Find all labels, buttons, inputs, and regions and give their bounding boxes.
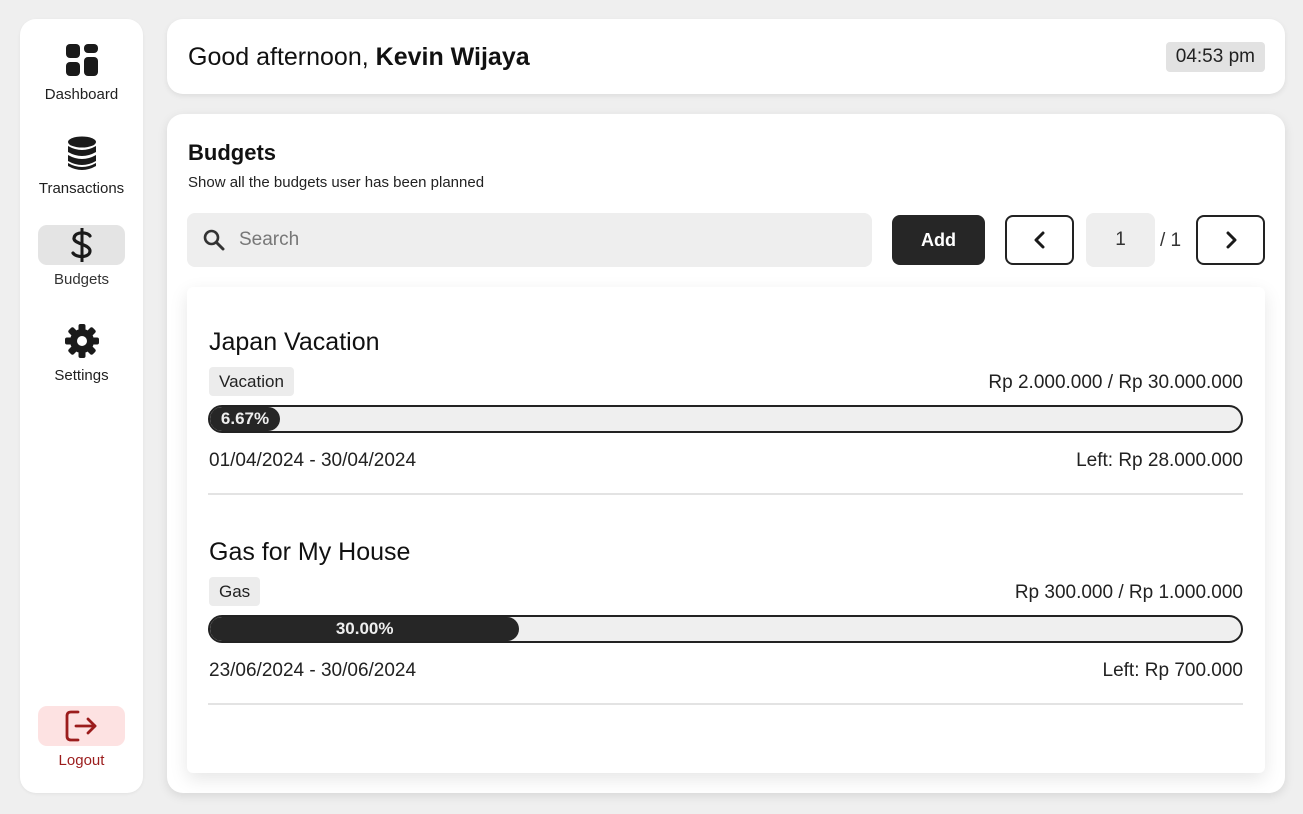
sidebar-item-label: Settings <box>54 367 109 384</box>
category-tag: Vacation <box>209 367 294 396</box>
greeting-text: Good afternoon, <box>188 43 376 71</box>
sidebar: Dashboard Transactions Budgets Settings … <box>20 19 143 793</box>
budget-amount: Rp 2.000.000 / Rp 30.000.000 <box>988 372 1243 393</box>
sidebar-item-settings[interactable]: Settings <box>20 321 143 384</box>
logout-icon-wrap <box>38 706 125 746</box>
search-input[interactable] <box>239 229 839 251</box>
progress-label: 6.67% <box>220 409 270 428</box>
user-name: Kevin Wijaya <box>375 43 530 71</box>
progress-label: 30.00% <box>335 619 394 638</box>
budget-dates: 01/04/2024 - 30/04/2024 <box>209 450 417 471</box>
header-bar: Good afternoon, Kevin Wijaya 04:53 pm <box>167 19 1285 94</box>
sidebar-item-label: Dashboard <box>44 86 119 103</box>
sidebar-item-label: Transactions <box>38 180 125 197</box>
next-page-button[interactable] <box>1196 215 1265 265</box>
page-total: / 1 <box>1160 230 1182 251</box>
divider <box>208 493 1243 495</box>
logout-button[interactable]: Logout <box>20 706 143 769</box>
logout-label: Logout <box>58 752 105 769</box>
budget-amount: Rp 300.000 / Rp 1.000.000 <box>1014 582 1243 603</box>
category-tag: Gas <box>209 577 261 606</box>
page-number-input[interactable] <box>1086 213 1155 267</box>
search-bar[interactable] <box>187 213 872 267</box>
gear-icon <box>64 324 99 358</box>
dollar-icon <box>70 228 92 262</box>
greeting: Good afternoon, Kevin Wijaya <box>188 43 530 72</box>
budget-name: Japan Vacation <box>209 328 380 356</box>
sidebar-item-budgets[interactable]: Budgets <box>20 225 143 288</box>
budgets-panel: Budgets Show all the budgets user has be… <box>167 114 1285 793</box>
sidebar-item-transactions[interactable]: Transactions <box>20 134 143 197</box>
budget-name: Gas for My House <box>209 538 411 566</box>
progress-fill: 30.00% <box>210 617 520 641</box>
budget-remaining: Left: Rp 700.000 <box>1102 660 1244 681</box>
progress-bar: 30.00% <box>208 615 1243 643</box>
sidebar-item-dashboard[interactable]: Dashboard <box>20 40 143 103</box>
page-title: Budgets <box>188 140 276 165</box>
budget-list: Japan Vacation Vacation Rp 2.000.000 / R… <box>187 287 1265 773</box>
budget-dates: 23/06/2024 - 30/06/2024 <box>209 660 417 681</box>
budget-remaining: Left: Rp 28.000.000 <box>1076 450 1243 471</box>
database-icon <box>67 136 96 170</box>
page-subtitle: Show all the budgets user has been plann… <box>188 174 485 191</box>
divider <box>208 703 1243 705</box>
prev-page-button[interactable] <box>1005 215 1074 265</box>
dashboard-icon <box>65 44 98 76</box>
transactions-icon-wrap <box>38 134 125 174</box>
dashboard-icon-wrap <box>38 40 125 80</box>
sidebar-item-label: Budgets <box>53 271 110 288</box>
chevron-left-icon <box>1034 231 1044 249</box>
settings-icon-wrap <box>38 321 125 361</box>
clock: 04:53 pm <box>1165 42 1265 72</box>
budgets-icon-wrap <box>38 225 125 265</box>
progress-bar: 6.67% <box>208 405 1243 433</box>
logout-icon <box>65 710 96 742</box>
search-icon <box>203 228 227 252</box>
progress-fill: 6.67% <box>210 407 280 431</box>
add-budget-button[interactable]: Add <box>892 215 985 265</box>
chevron-right-icon <box>1226 231 1236 249</box>
